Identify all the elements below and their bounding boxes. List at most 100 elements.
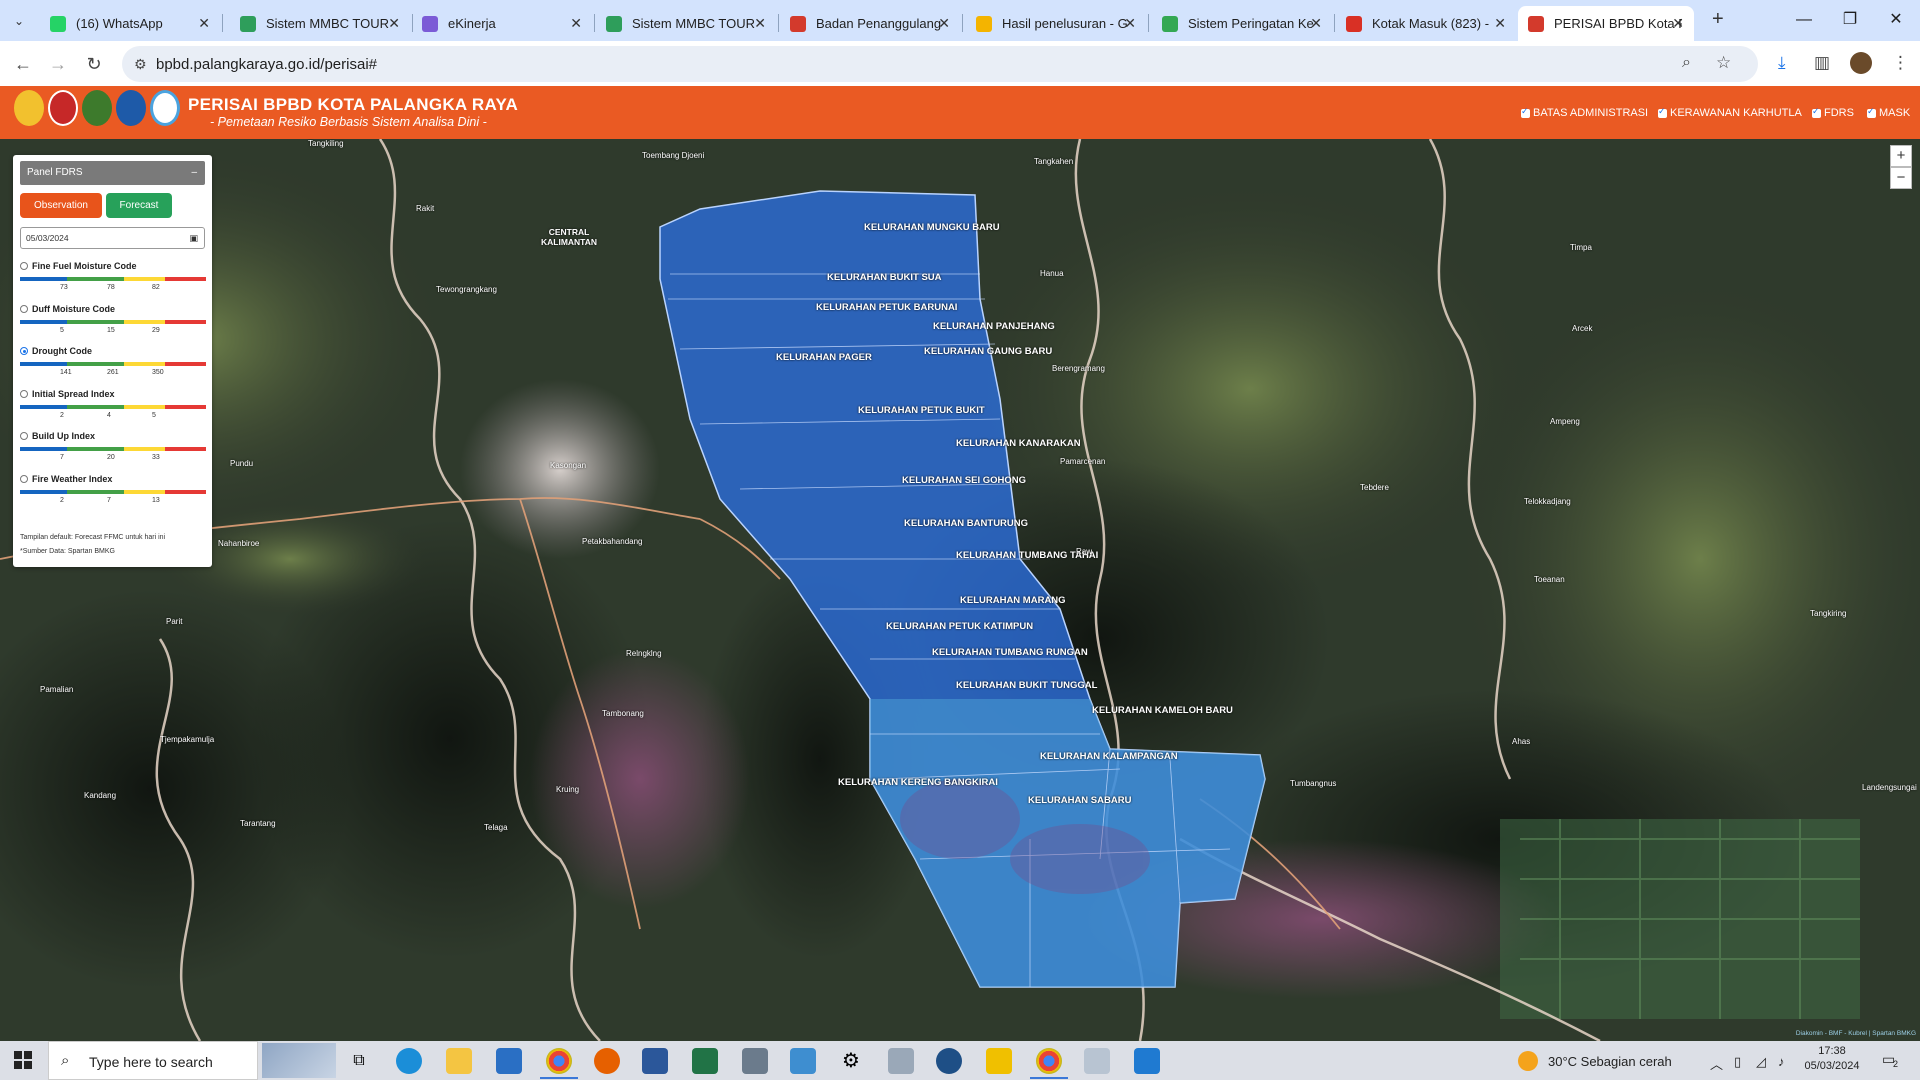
file-explorer-icon[interactable] <box>446 1048 472 1074</box>
browser-tab[interactable]: Hasil penelusuran - G ✕ <box>966 6 1146 41</box>
site-info-icon[interactable]: ⚙ <box>134 56 147 73</box>
browser-tab[interactable]: Kotak Masuk (823) - ✕ <box>1336 6 1516 41</box>
layer-toggle[interactable]: KERAWANAN KARHUTLA <box>1658 106 1802 119</box>
tab-close-icon[interactable]: ✕ <box>1494 15 1506 32</box>
scale-tick-label: 7 <box>60 454 64 461</box>
tab-close-icon[interactable]: ✕ <box>198 15 210 32</box>
tab-close-icon[interactable]: ✕ <box>1672 15 1684 32</box>
upload-icon[interactable] <box>986 1048 1012 1074</box>
tab-close-icon[interactable]: ✕ <box>570 15 582 32</box>
start-windows-icon[interactable] <box>14 1051 32 1069</box>
browser-tab[interactable]: PERISAI BPBD Kota P ✕ <box>1518 6 1694 41</box>
index-radio[interactable] <box>20 262 28 270</box>
weather-text[interactable]: 30°C Sebagian cerah <box>1548 1054 1672 1069</box>
observation-button[interactable]: Observation <box>20 193 102 218</box>
layer-toggle[interactable]: MASK <box>1867 106 1910 119</box>
tab-close-icon[interactable]: ✕ <box>1124 15 1136 32</box>
profile-avatar[interactable] <box>1850 52 1872 74</box>
weather-sun-icon[interactable] <box>1518 1051 1538 1071</box>
menu-kebab-icon[interactable]: ⋮ <box>1892 53 1909 73</box>
volume-icon[interactable]: ♪ <box>1778 1054 1785 1069</box>
network-icon[interactable]: ◿ <box>1756 1054 1766 1070</box>
layer-checkbox[interactable] <box>1812 106 1821 118</box>
taskbar-search-box[interactable]: ⌕ Type here to search <box>48 1041 258 1080</box>
settings-gear-icon[interactable]: ⚙ <box>838 1048 864 1074</box>
browser-toolbar: ← → ↻ ⚙ bpbd.palangkaraya.go.id/perisai#… <box>0 41 1920 86</box>
index-radio[interactable] <box>20 432 28 440</box>
zoom-out-button[interactable]: − <box>1890 167 1912 189</box>
place-label: Tangkiling <box>308 139 344 148</box>
tab-close-icon[interactable]: ✕ <box>754 15 766 32</box>
tab-close-icon[interactable]: ✕ <box>388 15 400 32</box>
tab-favicon-icon <box>1528 15 1544 32</box>
close-window-button[interactable]: ✕ <box>1873 6 1919 34</box>
browser-tab[interactable]: eKinerja ✕ <box>412 6 592 41</box>
forward-button[interactable]: → <box>45 51 71 77</box>
device-icon[interactable]: ▯ <box>1734 1054 1741 1070</box>
date-input[interactable]: 05/03/2024 ▣ <box>20 227 205 249</box>
calculator-icon[interactable] <box>742 1048 768 1074</box>
place-label: Toeanan <box>1534 575 1565 584</box>
word-icon[interactable] <box>642 1048 668 1074</box>
task-view-icon[interactable]: ⧉ <box>346 1048 372 1074</box>
address-bar[interactable]: ⚙ bpbd.palangkaraya.go.id/perisai# ⌕ ☆ <box>122 46 1758 82</box>
new-tab-button[interactable]: + <box>1712 8 1724 31</box>
panel-minimize-button[interactable]: – <box>191 161 197 185</box>
index-radio[interactable] <box>20 474 28 483</box>
mail-icon[interactable] <box>496 1048 522 1074</box>
tab-search-chevron-icon[interactable]: ⌄ <box>8 10 30 32</box>
index-radio[interactable] <box>20 347 28 355</box>
index-radio[interactable] <box>20 304 28 313</box>
tab-close-icon[interactable]: ✕ <box>1310 15 1322 32</box>
firefox-icon[interactable] <box>594 1048 620 1074</box>
fdrs-index-option[interactable]: Initial Spread Index 2 4 5 <box>20 389 207 430</box>
map-view[interactable]: KELURAHAN MUNGKU BARU KELURAHAN BUKIT SUA… <box>0 139 1920 1041</box>
tray-chevron-icon[interactable]: ︿ <box>1710 1054 1723 1073</box>
back-button[interactable]: ← <box>10 51 36 77</box>
scale-tick-label: 29 <box>152 326 160 334</box>
fdrs-index-option[interactable]: Fire Weather Index 2 7 13 <box>20 474 207 515</box>
restore-window-button[interactable]: ❐ <box>1827 6 1873 34</box>
tab-favicon-icon <box>606 15 622 32</box>
search-highlight-image[interactable] <box>262 1043 336 1078</box>
layer-toggle[interactable]: BATAS ADMINISTRASI <box>1521 106 1648 119</box>
index-radio[interactable] <box>20 389 28 398</box>
download-icon[interactable]: ⤓ <box>1778 53 1786 73</box>
tab-close-icon[interactable]: ✕ <box>938 15 950 32</box>
fdrs-index-option[interactable]: Build Up Index 7 20 33 <box>20 431 207 472</box>
layer-checkbox[interactable] <box>1867 106 1876 118</box>
place-label: Tumbangnus <box>1290 779 1337 788</box>
browser-tab[interactable]: Sistem Peringatan Ke ✕ <box>1152 6 1332 41</box>
layer-toggle[interactable]: FDRS <box>1812 106 1854 119</box>
browser-tab[interactable]: Sistem MMBC TOUR ✕ <box>596 6 776 41</box>
edge-icon[interactable] <box>396 1048 422 1074</box>
downloader-icon[interactable] <box>936 1048 962 1074</box>
fdrs-index-option[interactable]: Fine Fuel Moisture Code 73 78 82 <box>20 261 207 302</box>
browser-tab[interactable]: Badan Penanggulang ✕ <box>780 6 960 41</box>
photos-icon[interactable] <box>888 1048 914 1074</box>
chrome-icon[interactable] <box>546 1048 572 1074</box>
chrome-profile-icon[interactable] <box>1036 1048 1062 1074</box>
excel-icon[interactable] <box>692 1048 718 1074</box>
layer-checkbox[interactable] <box>1658 106 1667 118</box>
forecast-button[interactable]: Forecast <box>106 193 172 218</box>
scale-tick-label: 13 <box>152 496 160 504</box>
side-panel-icon[interactable]: ▥ <box>1814 53 1830 73</box>
bookmark-star-icon[interactable]: ☆ <box>1716 53 1731 73</box>
zoom-icon[interactable]: ⌕ <box>1682 54 1691 72</box>
fdrs-index-option[interactable]: Drought Code 141 261 350 <box>20 346 207 387</box>
store-app-icon[interactable] <box>1134 1048 1160 1074</box>
fdrs-index-option[interactable]: Duff Moisture Code 5 15 29 <box>20 304 207 345</box>
browser-tab[interactable]: Sistem MMBC TOUR ✕ <box>230 6 410 41</box>
layer-checkbox[interactable] <box>1521 106 1530 118</box>
reload-button[interactable]: ↻ <box>81 51 107 77</box>
browser-tab[interactable]: (16) WhatsApp ✕ <box>40 6 220 41</box>
clock[interactable]: 17:38 05/03/2024 <box>1800 1045 1864 1072</box>
app-window-icon[interactable] <box>790 1048 816 1074</box>
map-attribution[interactable]: Diakomin - BMF - Kubrel | Spartan BMKG <box>1796 1030 1916 1037</box>
calendar-icon[interactable]: ▣ <box>189 228 198 248</box>
paint-icon[interactable] <box>1084 1048 1110 1074</box>
url-text[interactable]: bpbd.palangkaraya.go.id/perisai# <box>156 56 377 73</box>
minimize-window-button[interactable]: — <box>1781 6 1827 34</box>
zoom-in-button[interactable]: + <box>1890 145 1912 167</box>
